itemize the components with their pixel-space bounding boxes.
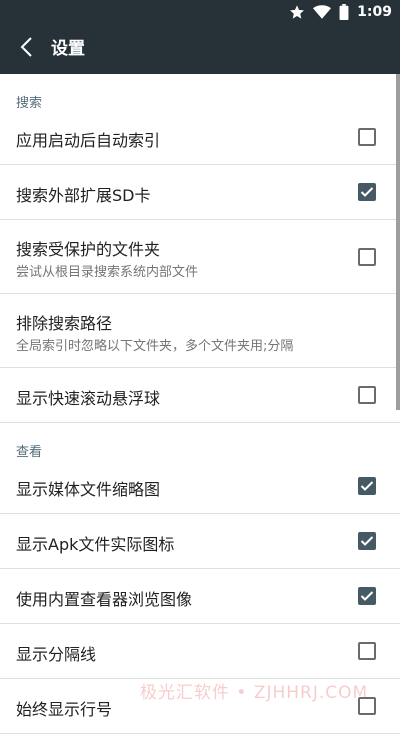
setting-title: 搜索受保护的文件夹 [16,240,161,259]
wifi-icon [313,4,332,20]
setting-fast-scroll[interactable]: 显示快速滚动悬浮球 [0,368,400,423]
setting-auto-index[interactable]: 应用启动后自动索引 [0,110,400,165]
watermark: 极光汇软件 • ZJHHRJ.COM [140,683,369,703]
page-title: 设置 [51,39,85,59]
show-dividers-checkbox[interactable] [358,642,376,660]
status-icons: 1:09 [289,0,392,24]
check-icon [360,481,374,491]
status-bar: 1:09 [0,0,400,24]
check-icon [360,591,374,601]
star-icon [289,4,305,20]
apk-icons-checkbox[interactable] [358,532,376,550]
setting-title: 搜索外部扩展SD卡 [16,186,151,205]
media-thumbnails-checkbox[interactable] [358,477,376,495]
builtin-viewer-checkbox[interactable] [358,587,376,605]
setting-media-thumbnails[interactable]: 显示媒体文件缩略图 [0,459,400,514]
auto-index-checkbox[interactable] [358,128,376,146]
back-arrow-icon [19,36,33,62]
setting-title: 使用内置查看器浏览图像 [16,590,193,609]
back-button[interactable] [12,35,40,63]
setting-summary: 尝试从根目录搜索系统内部文件 [16,265,199,280]
app-bar: 设置 [0,24,400,74]
external-sd-checkbox[interactable] [358,183,376,201]
scrollbar[interactable] [396,74,400,410]
setting-title: 显示媒体文件缩略图 [16,480,161,499]
check-icon [360,536,374,546]
setting-title: 应用启动后自动索引 [16,131,161,150]
clock: 1:09 [357,4,392,20]
setting-title: 显示快速滚动悬浮球 [16,389,161,408]
setting-exclude-paths[interactable]: 排除搜索路径 全局索引时忽略以下文件夹，多个文件夹用;分隔 [0,294,400,368]
setting-title: 显示分隔线 [16,645,97,664]
setting-title: 显示Apk文件实际图标 [16,535,175,554]
check-icon [360,187,374,197]
setting-apk-icons[interactable]: 显示Apk文件实际图标 [0,514,400,569]
fast-scroll-checkbox[interactable] [358,386,376,404]
settings-list: 搜索 应用启动后自动索引 搜索外部扩展SD卡 搜索受保护的文件夹 尝试从根目录搜… [0,74,400,734]
setting-summary: 全局索引时忽略以下文件夹，多个文件夹用;分隔 [16,339,294,354]
setting-title: 排除搜索路径 [16,314,113,333]
battery-icon [339,4,349,20]
setting-title: 始终显示行号 [16,700,113,719]
setting-show-dividers[interactable]: 显示分隔线 [0,624,400,679]
setting-protected-folders[interactable]: 搜索受保护的文件夹 尝试从根目录搜索系统内部文件 [0,220,400,294]
setting-builtin-viewer[interactable]: 使用内置查看器浏览图像 [0,569,400,624]
protected-folders-checkbox[interactable] [358,248,376,266]
setting-search-external-sd[interactable]: 搜索外部扩展SD卡 [0,165,400,220]
